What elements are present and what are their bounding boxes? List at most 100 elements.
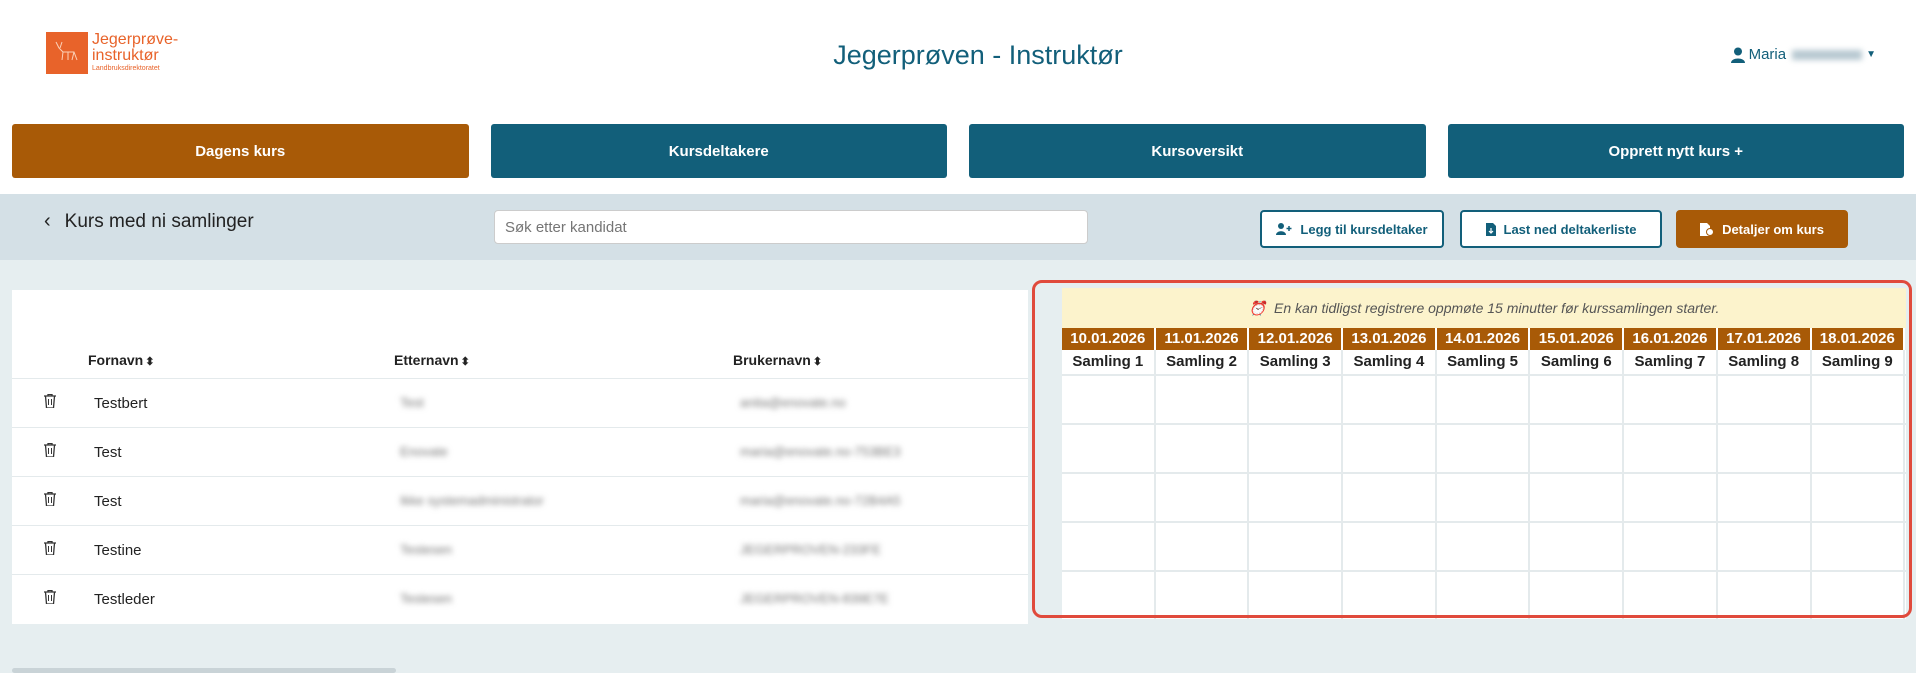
attendance-cell[interactable] [1249,425,1344,472]
attendance-row [1062,423,1906,472]
attendance-cell[interactable] [1156,376,1250,423]
last-name-cell: Testesen [400,591,453,606]
attendance-cell[interactable] [1437,376,1531,423]
nav-kursdeltakere[interactable]: Kursdeltakere [490,124,947,178]
session-label: Samling 9 [1812,350,1906,374]
attendance-cell[interactable] [1249,376,1344,423]
trash-icon[interactable] [44,442,56,462]
session-label: Samling 1 [1062,350,1156,374]
horizontal-scrollbar[interactable] [12,668,396,673]
attendance-cell[interactable] [1812,523,1906,570]
session-date: 14.01.2026 [1436,328,1531,350]
table-row: Test Enovate maria@enovate.no-753BE3 [12,427,1028,476]
attendance-cell[interactable] [1156,572,1250,619]
attendance-cell[interactable] [1437,474,1531,521]
attendance-cell[interactable] [1249,523,1344,570]
trash-icon[interactable] [44,393,56,413]
last-name-cell: Enovate [400,444,448,459]
download-list-label: Last ned deltakerliste [1503,221,1637,237]
main-nav: Dagens kurs Kursdeltakere Kursoversikt O… [12,124,1904,178]
attendance-cell[interactable] [1812,425,1906,472]
course-details-button[interactable]: Detaljer om kurs [1676,210,1848,248]
attendance-row [1062,570,1906,619]
header-etternavn[interactable]: Etternavn ⬍ [394,352,470,368]
first-name-cell: Test [94,493,122,510]
attendance-cell[interactable] [1437,425,1531,472]
attendance-cell[interactable] [1249,474,1344,521]
session-label: Samling 3 [1249,350,1344,374]
attendance-cell[interactable] [1812,572,1906,619]
app-header: Jegerprøve- instruktør Landbruksdirektor… [0,0,1916,110]
attendance-cell[interactable] [1249,572,1344,619]
attendance-cell[interactable] [1437,572,1531,619]
table-row: Testine Testesen JEGERPROVEN-233FE [12,525,1028,574]
user-menu[interactable]: Maria ▼ [1730,46,1876,63]
attendance-cell[interactable] [1718,572,1812,619]
attendance-cell[interactable] [1437,523,1531,570]
attendance-cell[interactable] [1062,572,1156,619]
last-name-cell: Ikke systemadministrator [400,493,544,508]
attendance-cell[interactable] [1718,376,1812,423]
attendance-grid: ⏰ En kan tidligst registrere oppmøte 15 … [1062,288,1906,619]
sort-icon: ⬍ [812,356,823,368]
participants-table: Fornavn ⬍ Etternavn ⬍ Brukernavn ⬍ Testbert… [12,290,1028,624]
attendance-cell[interactable] [1062,523,1156,570]
attendance-cell[interactable] [1718,474,1812,521]
back-link[interactable]: ‹ Kurs med ni samlinger [44,210,254,233]
attendance-cell[interactable] [1530,474,1625,521]
attendance-rows [1062,374,1906,619]
trash-icon[interactable] [44,589,56,609]
attendance-cell[interactable] [1812,474,1906,521]
nav-dagens-kurs[interactable]: Dagens kurs [12,124,469,178]
alarm-clock-icon: ⏰ [1248,299,1267,316]
nav-kursoversikt[interactable]: Kursoversikt [969,124,1426,178]
session-label: Samling 6 [1530,350,1625,374]
course-title: Kurs med ni samlinger [64,210,254,232]
attendance-cell[interactable] [1156,425,1250,472]
first-name-cell: Testbert [94,395,148,412]
attendance-cell[interactable] [1156,523,1250,570]
download-list-button[interactable]: Last ned deltakerliste [1460,210,1662,248]
attendance-cell[interactable] [1343,474,1437,521]
file-info-icon [1700,222,1715,236]
attendance-cell[interactable] [1343,523,1437,570]
attendance-cell[interactable] [1624,523,1718,570]
attendance-cell[interactable] [1718,523,1812,570]
course-toolbar: ‹ Kurs med ni samlinger Legg til kursdel… [0,194,1916,260]
attendance-cell[interactable] [1343,425,1437,472]
attendance-cell[interactable] [1530,572,1625,619]
attendance-cell[interactable] [1530,425,1625,472]
candidate-search-input[interactable] [494,210,1088,244]
session-label: Samling 5 [1437,350,1531,374]
header-fornavn[interactable]: Fornavn ⬍ [88,352,154,368]
attendance-cell[interactable] [1812,376,1906,423]
attendance-cell[interactable] [1156,474,1250,521]
attendance-cell[interactable] [1343,376,1437,423]
attendance-cell[interactable] [1624,572,1718,619]
table-row: Test Ikke systemadministrator maria@enov… [12,476,1028,525]
attendance-cell[interactable] [1530,523,1625,570]
session-label: Samling 7 [1624,350,1718,374]
user-icon [1730,47,1745,63]
nav-opprett-nytt-kurs[interactable]: Opprett nytt kurs + [1447,124,1904,178]
attendance-cell[interactable] [1624,376,1718,423]
attendance-cell[interactable] [1718,425,1812,472]
trash-icon[interactable] [44,540,56,560]
attendance-notice: ⏰ En kan tidligst registrere oppmøte 15 … [1062,288,1906,328]
attendance-cell[interactable] [1530,376,1625,423]
attendance-cell[interactable] [1062,474,1156,521]
session-date: 18.01.2026 [1811,328,1906,350]
content-area: Fornavn ⬍ Etternavn ⬍ Brukernavn ⬍ Testbert… [0,260,1916,673]
attendance-cell[interactable] [1062,376,1156,423]
session-date: 15.01.2026 [1530,328,1625,350]
chevron-left-icon: ‹ [44,210,51,232]
header-brukernavn[interactable]: Brukernavn ⬍ [733,352,822,368]
attendance-cell[interactable] [1624,425,1718,472]
user-name: Maria [1748,46,1787,63]
attendance-cell[interactable] [1624,474,1718,521]
attendance-cell[interactable] [1062,425,1156,472]
trash-icon[interactable] [44,491,56,511]
add-participant-button[interactable]: Legg til kursdeltaker [1260,210,1444,248]
app-title: Jegerprøven - Instruktør [833,40,1123,70]
attendance-cell[interactable] [1343,572,1437,619]
